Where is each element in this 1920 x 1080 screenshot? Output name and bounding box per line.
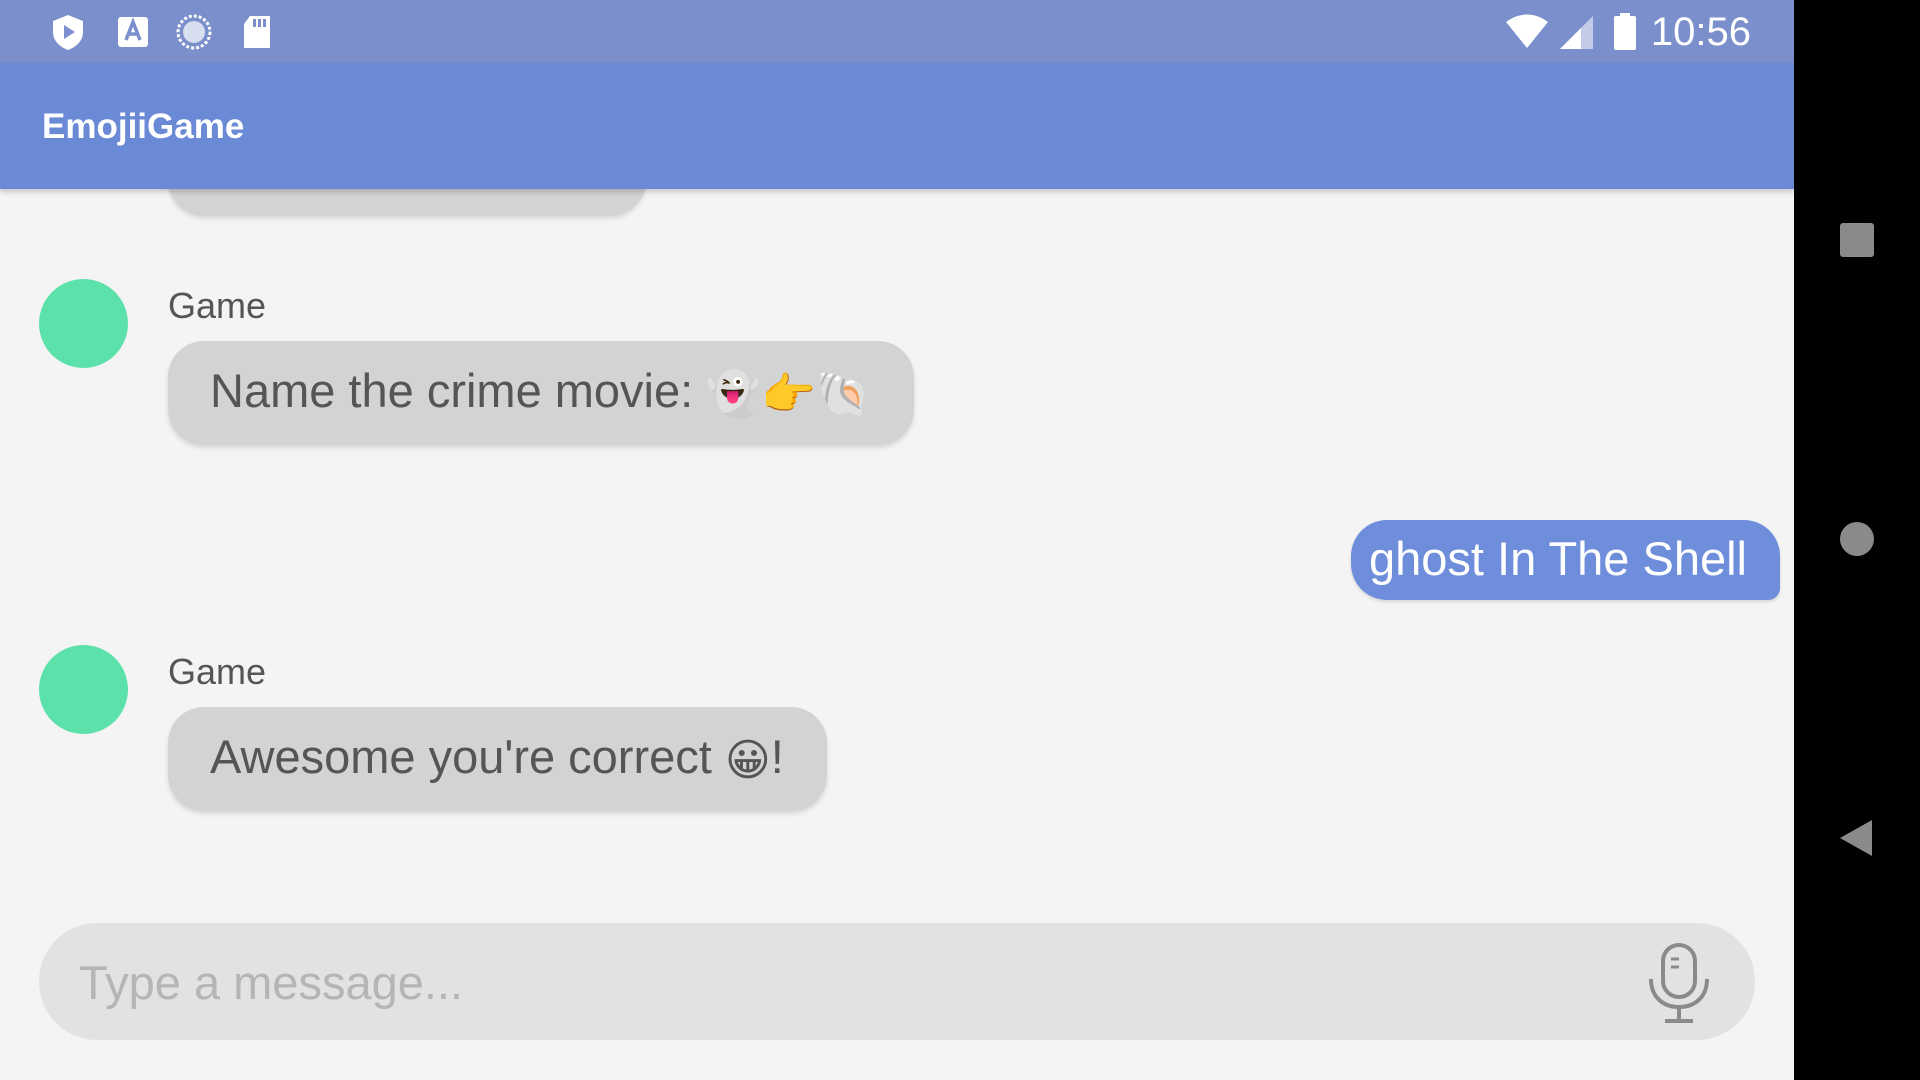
message-suffix: ! — [770, 730, 784, 783]
status-time: 10:56 — [1650, 10, 1751, 54]
game-avatar — [39, 645, 128, 734]
shield-play-icon — [53, 15, 83, 50]
user-message-text: ghost In The Shell — [1369, 532, 1747, 585]
app-title: EmojiiGame — [42, 107, 245, 146]
game-message-bubble: Awesome you're correct 😀! — [168, 707, 827, 811]
sender-name: Game — [168, 285, 267, 326]
app-screen: 10:56 EmojiiGame Game Name the crime mov… — [0, 0, 1794, 1080]
recents-icon[interactable] — [1794, 191, 1920, 291]
microphone-icon[interactable] — [1641, 943, 1717, 1025]
status-bar: 10:56 — [0, 0, 1794, 63]
a-notification-icon — [118, 17, 148, 47]
user-message-bubble: ghost In The Shell — [1351, 520, 1780, 600]
message-emoji: 😀 — [724, 734, 771, 786]
wifi-icon — [1506, 14, 1548, 48]
navigation-bar — [1794, 0, 1920, 1080]
game-avatar — [39, 279, 128, 368]
home-icon[interactable] — [1794, 489, 1920, 589]
back-icon[interactable] — [1794, 788, 1920, 888]
sd-card-icon — [244, 16, 270, 48]
message-input-bar — [39, 923, 1755, 1040]
sync-icon — [176, 14, 212, 50]
game-message-bubble: Name the crime movie: 👻👉🐚 — [168, 341, 914, 445]
app-bar: EmojiiGame — [0, 63, 1794, 189]
message-text: Name the crime movie: — [210, 364, 707, 417]
message-list[interactable]: Game Name the crime movie: 👻👉🐚 ghost In … — [0, 129, 1794, 889]
signal-icon — [1560, 16, 1593, 49]
sender-name: Game — [168, 651, 267, 692]
message-text: Awesome you're correct — [210, 730, 725, 783]
message-input[interactable] — [79, 947, 1579, 1017]
battery-icon — [1614, 13, 1636, 50]
message-emoji: 👻👉🐚 — [706, 368, 871, 420]
